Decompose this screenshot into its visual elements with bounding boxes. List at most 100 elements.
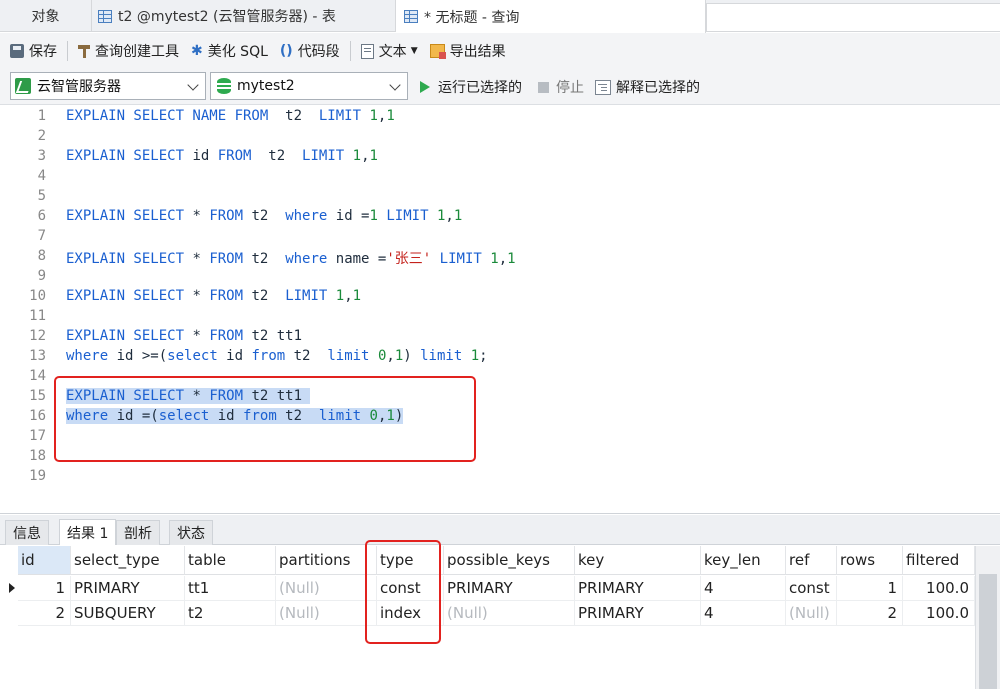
line-number: 1 [37,108,46,124]
query-builder-label: 查询创建工具 [95,44,179,60]
cell-rows[interactable]: 1 [837,576,903,601]
column-header-table[interactable]: table [185,546,276,575]
beautify-sql-label: 美化 SQL [207,44,268,60]
server-connection-icon [15,78,31,94]
tab-profile[interactable]: 剖析 [116,520,160,545]
code-snippet-label: 代码段 [297,44,340,60]
cell-key[interactable]: PRIMARY [575,576,701,601]
save-button[interactable]: 保存 [4,38,63,64]
line-number: 8 [37,248,46,264]
line-number: 12 [29,328,46,344]
cell-filtered[interactable]: 100.0 [903,576,975,601]
export-icon [429,44,446,59]
tab-untitled-query-label: * 无标题 - 查询 [424,9,520,26]
cell-id[interactable]: 2 [18,601,71,626]
code-line-3: EXPLAIN SELECT id FROM t2 LIMIT 1,1 [66,148,378,164]
cell-ref[interactable]: (Null) [786,601,837,626]
column-header-id[interactable]: id [18,546,71,575]
row-pointer-icon [9,583,15,593]
cell-select-type[interactable]: PRIMARY [71,576,185,601]
highlight-box-type-column [365,540,441,644]
explain-selected-label: 解释已选择的 [616,80,700,96]
tab-profile-label: 剖析 [124,526,152,542]
cell-possible-keys[interactable]: PRIMARY [444,576,575,601]
query-builder-button[interactable]: 查询创建工具 [72,38,185,64]
dropdown-arrow-icon: ▼ [410,46,418,56]
server-select-value: 云智管服务器 [37,79,121,95]
line-number: 15 [29,388,46,404]
cell-table[interactable]: t2 [185,601,276,626]
connection-bar: 云智管服务器 mytest2 运行已选择的 停止 解释已选择的 [0,69,1000,105]
code-line-10: EXPLAIN SELECT * FROM t2 LIMIT 1,1 [66,288,362,304]
parentheses-icon: () [279,43,293,59]
result-grid[interactable]: id select_type table partitions type possible… [0,540,975,689]
sql-editor[interactable]: 1 2 3 4 5 6 7 8 9 10 11 12 13 14 15 16 17 18 19 EXPLAIN SE… [0,106,1000,514]
column-header-rows[interactable]: rows [837,546,903,575]
code-snippet-button[interactable]: () 代码段 [274,38,346,64]
tab-table-t2[interactable]: t2 @mytest2 (云智管服务器) - 表 [92,0,396,32]
cell-id[interactable]: 1 [18,576,71,601]
cell-ref[interactable]: const [786,576,837,601]
chevron-down-icon [389,79,401,91]
text-label: 文本 [378,44,407,60]
cell-key-len[interactable]: 4 [701,576,786,601]
stop-label: 停止 [556,80,584,96]
stop-icon [538,81,549,93]
document-icon [360,43,374,59]
chevron-down-icon [187,79,199,91]
cell-rows[interactable]: 2 [837,601,903,626]
export-results-label: 导出结果 [449,44,506,60]
scrollbar-thumb[interactable] [979,574,997,689]
tab-objects[interactable]: 对象 [0,0,92,32]
server-select[interactable]: 云智管服务器 [10,72,206,100]
run-selected-label: 运行已选择的 [438,80,522,96]
cell-select-type[interactable]: SUBQUERY [71,601,185,626]
code-line-6: EXPLAIN SELECT * FROM t2 where id =1 LIM… [66,208,463,224]
line-number: 6 [37,208,46,224]
cell-table[interactable]: tt1 [185,576,276,601]
grid-vertical-scrollbar[interactable] [975,546,1000,689]
line-number: 9 [37,268,46,284]
line-number: 2 [37,128,46,144]
column-header-filtered[interactable]: filtered [903,546,975,575]
result-tabs: 信息 结果 1 剖析 状态 [0,515,1000,545]
column-header-key[interactable]: key [575,546,701,575]
cell-key[interactable]: PRIMARY [575,601,701,626]
line-number: 19 [29,468,46,484]
text-button[interactable]: 文本 ▼ [355,38,424,64]
column-header-key-len[interactable]: key_len [701,546,786,575]
tab-untitled-query[interactable]: * 无标题 - 查询 [396,0,706,33]
line-number: 16 [29,408,46,424]
save-icon [10,44,24,58]
tab-status[interactable]: 状态 [169,520,213,545]
cell-partitions[interactable]: (Null) [276,601,377,626]
explain-selected-button[interactable]: 解释已选择的 [595,77,700,97]
database-select-value: mytest2 [237,78,295,94]
cell-possible-keys[interactable]: (Null) [444,601,575,626]
run-selected-button[interactable]: 运行已选择的 [420,77,522,97]
explain-icon [595,79,611,95]
column-header-partitions[interactable]: partitions [276,546,377,575]
beautify-sql-button[interactable]: ✱ 美化 SQL [185,38,274,64]
table-icon [98,9,112,23]
column-header-possible-keys[interactable]: possible_keys [444,546,575,575]
code-line-8: EXPLAIN SELECT * FROM t2 where name ='张三… [66,251,516,267]
database-select[interactable]: mytest2 [210,72,408,100]
toolbar-divider [349,41,351,61]
column-header-select-type[interactable]: select_type [71,546,185,575]
code-line-1: EXPLAIN SELECT NAME FROM t2 LIMIT 1,1 [66,108,395,124]
tab-result-1[interactable]: 结果 1 [59,519,117,545]
column-header-ref[interactable]: ref [786,546,837,575]
tab-info[interactable]: 信息 [5,520,49,545]
cell-filtered[interactable]: 100.0 [903,601,975,626]
line-number: 13 [29,348,46,364]
stop-button[interactable]: 停止 [538,77,584,97]
tab-info-label: 信息 [13,526,41,542]
line-number: 18 [29,448,46,464]
cell-key-len[interactable]: 4 [701,601,786,626]
tab-result-1-label: 结果 1 [67,525,109,542]
export-results-button[interactable]: 导出结果 [424,38,512,64]
cell-partitions[interactable]: (Null) [276,576,377,601]
line-number: 14 [29,368,46,384]
code-line-12: EXPLAIN SELECT * FROM t2 tt1 [66,328,303,344]
